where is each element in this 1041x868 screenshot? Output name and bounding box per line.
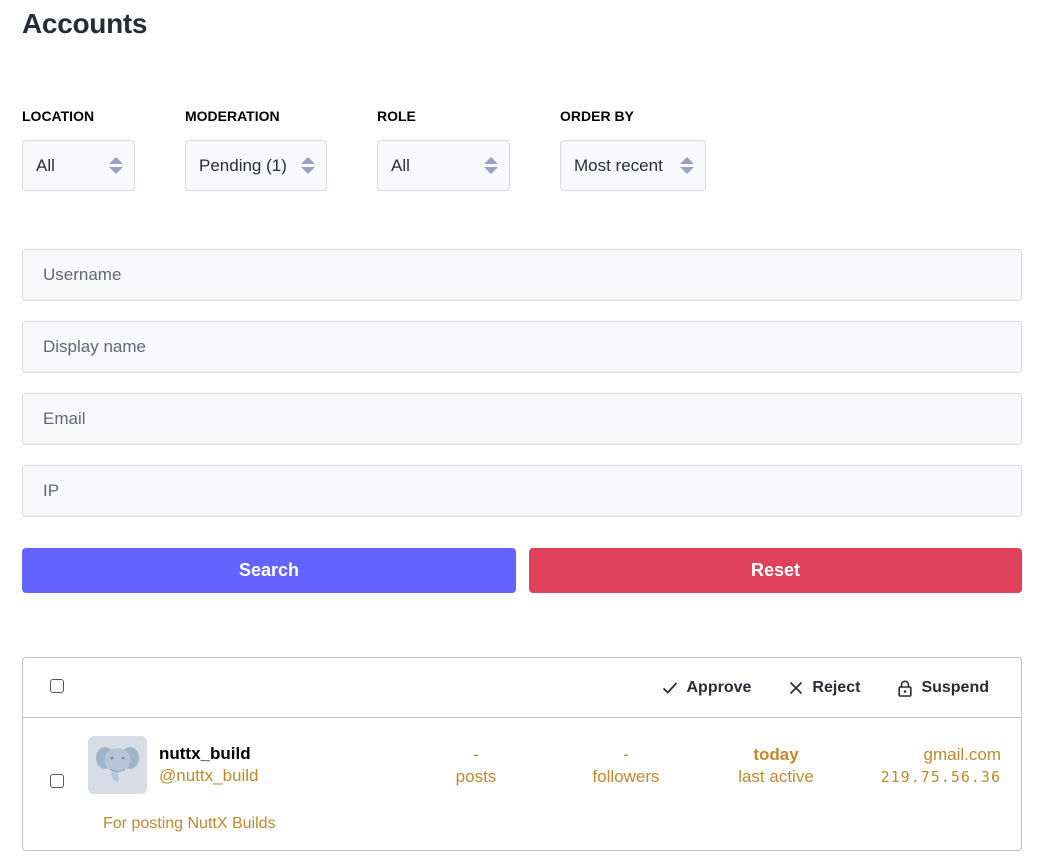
- order-select[interactable]: Most recent: [560, 140, 706, 191]
- followers-count: -: [623, 745, 629, 764]
- lock-icon: [898, 680, 913, 697]
- mastodon-elephant-icon: [96, 747, 139, 782]
- filter-location-label: LOCATION: [22, 108, 95, 124]
- filter-order-label: ORDER BY: [560, 108, 634, 124]
- suspend-button[interactable]: Suspend: [898, 679, 989, 697]
- batch-actions: Approve Reject Suspend: [662, 658, 989, 718]
- select-arrows-icon: [484, 157, 498, 174]
- posts-stat: - posts: [406, 744, 546, 788]
- suspend-label: Suspend: [921, 679, 989, 696]
- location-select[interactable]: All: [22, 140, 135, 191]
- filter-role: ROLE All: [377, 106, 510, 191]
- filter-moderation: MODERATION Pending (1): [185, 106, 327, 191]
- location-select-value: All: [36, 155, 55, 175]
- account-email-domain: gmail.com: [923, 745, 1001, 764]
- select-arrows-icon: [109, 157, 123, 174]
- account-row-checkbox[interactable]: [50, 774, 64, 788]
- avatar[interactable]: [88, 736, 147, 794]
- approve-label: Approve: [686, 679, 752, 696]
- account-contact: gmail.com 219.75.56.36: [881, 744, 1001, 788]
- moderation-select-value: Pending (1): [199, 155, 287, 175]
- filter-location: LOCATION All: [22, 106, 135, 191]
- ip-input[interactable]: [22, 465, 1022, 517]
- search-button[interactable]: Search: [22, 548, 516, 593]
- role-select[interactable]: All: [377, 140, 510, 191]
- select-arrows-icon: [301, 157, 315, 174]
- select-arrows-icon: [680, 157, 694, 174]
- account-handle[interactable]: @nuttx_build: [159, 766, 259, 786]
- reset-button[interactable]: Reset: [529, 548, 1022, 593]
- posts-count: -: [473, 745, 479, 764]
- check-icon: [662, 682, 677, 694]
- last-active-stat: today last active: [706, 744, 846, 788]
- batch-header: Approve Reject Suspend: [23, 658, 1021, 718]
- followers-stat: - followers: [556, 744, 696, 788]
- filter-order: ORDER BY Most recent: [560, 106, 706, 191]
- order-select-value: Most recent: [574, 155, 663, 175]
- display-name-input[interactable]: [22, 321, 1022, 373]
- email-input[interactable]: [22, 393, 1022, 445]
- filter-moderation-label: MODERATION: [185, 108, 280, 124]
- account-ip: 219.75.56.36: [880, 768, 1001, 786]
- username-input[interactable]: [22, 249, 1022, 301]
- select-all-checkbox[interactable]: [50, 679, 64, 693]
- close-icon: [790, 681, 803, 695]
- account-note: For posting NuttX Builds: [103, 815, 276, 832]
- role-select-value: All: [391, 155, 410, 175]
- accounts-batch-table: Approve Reject Suspend nuttx_build @nutt…: [22, 657, 1022, 851]
- last-active-label: last active: [738, 767, 814, 786]
- account-display-name[interactable]: nuttx_build: [159, 744, 251, 764]
- reject-label: Reject: [812, 679, 861, 696]
- posts-label: posts: [455, 767, 497, 786]
- last-active-value: today: [753, 745, 799, 764]
- page-title: Accounts: [22, 8, 148, 39]
- followers-label: followers: [592, 767, 660, 786]
- approve-button[interactable]: Approve: [662, 679, 752, 697]
- reject-button[interactable]: Reject: [789, 679, 860, 697]
- filter-role-label: ROLE: [377, 108, 416, 124]
- moderation-select[interactable]: Pending (1): [185, 140, 327, 191]
